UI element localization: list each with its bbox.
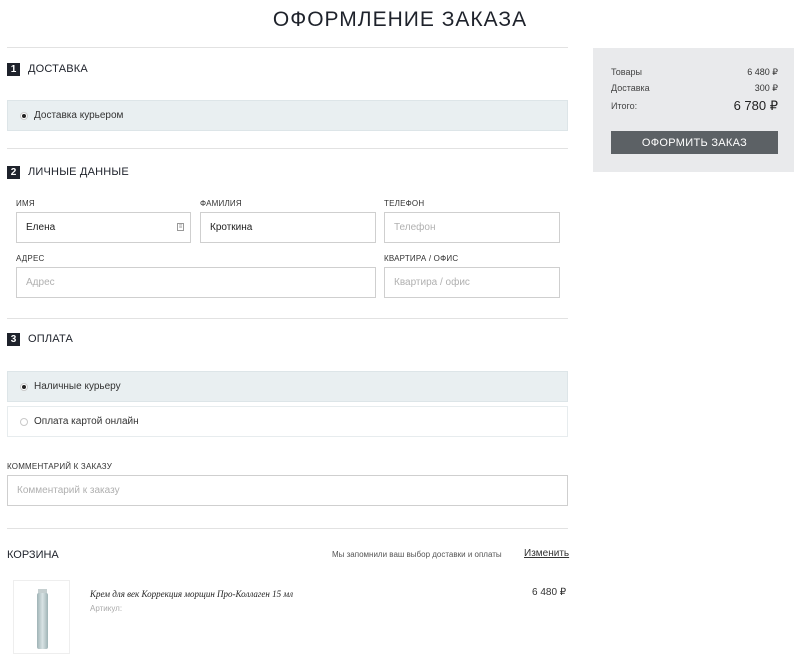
summary-goods-row: Товары 6 480 ₽ bbox=[611, 67, 778, 78]
delivery-value: 300 ₽ bbox=[754, 83, 778, 93]
name-field[interactable] bbox=[16, 212, 191, 243]
phone-field[interactable] bbox=[384, 212, 560, 243]
product-price: 6 480 ₽ bbox=[532, 587, 567, 598]
apartment-field[interactable] bbox=[384, 267, 560, 298]
delivery-option-label: Доставка курьером bbox=[34, 110, 124, 121]
order-summary: Товары 6 480 ₽ Доставка 300 ₽ Итого: 6 7… bbox=[593, 48, 794, 172]
divider bbox=[7, 318, 568, 319]
address-field[interactable] bbox=[16, 267, 376, 298]
section-title: ОПЛАТА bbox=[28, 333, 74, 345]
product-name[interactable]: Крем для век Коррекция морщин Про-Коллаг… bbox=[90, 589, 293, 599]
divider bbox=[7, 47, 568, 48]
surname-label: ФАМИЛИЯ bbox=[200, 199, 242, 208]
payment-option-label: Оплата картой онлайн bbox=[34, 416, 139, 427]
total-value: 6 780 ₽ bbox=[733, 98, 778, 113]
delivery-option-courier[interactable]: Доставка курьером bbox=[7, 100, 568, 131]
summary-total-row: Итого: 6 780 ₽ bbox=[611, 98, 778, 114]
section-title: ЛИЧНЫЕ ДАННЫЕ bbox=[28, 166, 129, 178]
section-number: 1 bbox=[7, 62, 20, 76]
section-title: ДОСТАВКА bbox=[28, 63, 88, 75]
payment-option-label: Наличные курьеру bbox=[34, 381, 121, 392]
total-label: Итого: bbox=[611, 101, 638, 111]
section-payment-header: 3 ОПЛАТА bbox=[7, 332, 73, 346]
autofill-icon[interactable]: ≡ bbox=[177, 223, 184, 231]
comment-label: КОММЕНТАРИЙ К ЗАКАЗУ bbox=[7, 462, 113, 471]
section-personal-header: 2 ЛИЧНЫЕ ДАННЫЕ bbox=[7, 165, 129, 179]
comment-field[interactable] bbox=[7, 475, 568, 506]
address-label: АДРЕС bbox=[16, 254, 45, 263]
payment-option-card[interactable]: Оплата картой онлайн bbox=[7, 406, 568, 437]
cart-note: Мы запомнили ваш выбор доставки и оплаты bbox=[332, 550, 502, 559]
summary-delivery-row: Доставка 300 ₽ bbox=[611, 83, 778, 94]
goods-label: Товары bbox=[611, 67, 642, 77]
radio-selected-icon[interactable] bbox=[20, 382, 28, 391]
place-order-button[interactable]: ОФОРМИТЬ ЗАКАЗ bbox=[611, 131, 778, 154]
delivery-label: Доставка bbox=[611, 83, 650, 93]
surname-field[interactable] bbox=[200, 212, 376, 243]
divider bbox=[7, 148, 568, 149]
change-link[interactable]: Изменить bbox=[524, 548, 569, 559]
divider bbox=[7, 528, 568, 529]
name-label: ИМЯ bbox=[16, 199, 35, 208]
section-number: 2 bbox=[7, 165, 20, 179]
section-number: 3 bbox=[7, 332, 20, 346]
page-title: ОФОРМЛЕНИЕ ЗАКАЗА bbox=[272, 8, 528, 31]
cream-tube-icon bbox=[37, 593, 48, 649]
cart-title: КОРЗИНА bbox=[7, 549, 59, 561]
goods-value: 6 480 ₽ bbox=[747, 67, 778, 77]
section-delivery-header: 1 ДОСТАВКА bbox=[7, 62, 88, 76]
radio-unselected-icon[interactable] bbox=[20, 417, 28, 426]
radio-selected-icon[interactable] bbox=[20, 111, 28, 120]
phone-label: ТЕЛЕФОН bbox=[384, 199, 425, 208]
product-image[interactable] bbox=[13, 580, 70, 654]
apartment-label: КВАРТИРА / ОФИС bbox=[384, 254, 459, 263]
payment-option-cash[interactable]: Наличные курьеру bbox=[7, 371, 568, 402]
product-sku: Артикул: bbox=[90, 604, 123, 613]
